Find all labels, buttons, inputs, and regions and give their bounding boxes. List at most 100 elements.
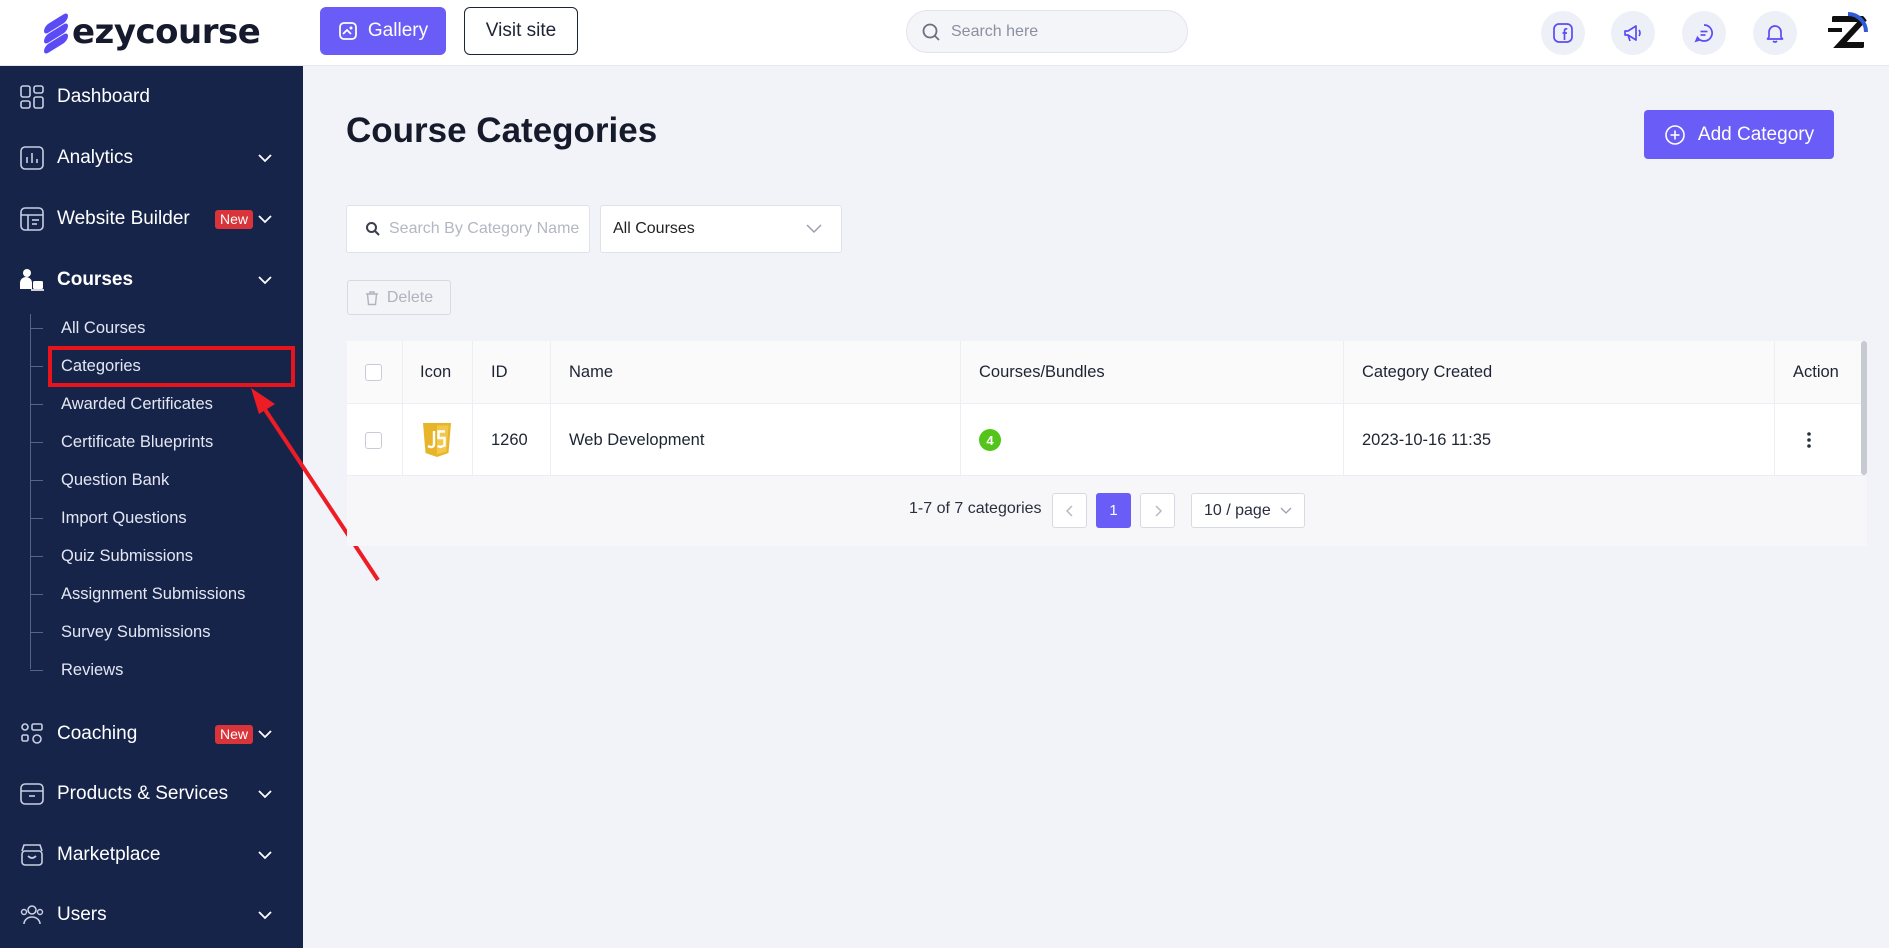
tree-tick bbox=[30, 365, 43, 367]
sub-item-question-bank[interactable]: Question Bank bbox=[30, 465, 169, 495]
column-divider bbox=[550, 341, 551, 476]
prev-page-button[interactable] bbox=[1052, 493, 1087, 528]
sub-item-label: Import Questions bbox=[61, 508, 187, 527]
facebook-button[interactable] bbox=[1541, 11, 1585, 55]
column-divider bbox=[960, 341, 961, 476]
layout-icon bbox=[19, 206, 45, 232]
category-search-input[interactable] bbox=[389, 220, 589, 238]
gallery-icon bbox=[339, 22, 357, 40]
new-badge: New bbox=[215, 724, 254, 744]
sub-item-reviews[interactable]: Reviews bbox=[30, 655, 123, 685]
announcement-button[interactable] bbox=[1611, 11, 1655, 55]
page-size-value: 10 / page bbox=[1204, 501, 1271, 519]
sidebar-item-label: Coaching bbox=[57, 723, 138, 744]
visit-site-button[interactable]: Visit site bbox=[464, 7, 578, 55]
pagination-summary: 1-7 of 7 categories bbox=[909, 500, 1042, 517]
sidebar-item-products-services[interactable]: Products & Services bbox=[0, 772, 303, 816]
category-id: 1260 bbox=[491, 430, 528, 449]
sidebar-item-website-builder[interactable]: Website Builder New bbox=[0, 197, 303, 241]
store-icon bbox=[19, 842, 45, 868]
sidebar-item-label: Marketplace bbox=[57, 844, 161, 865]
tree-tick bbox=[30, 631, 43, 633]
sub-item-label: Question Bank bbox=[61, 470, 170, 489]
column-header-name: Name bbox=[569, 363, 614, 381]
sub-item-import-questions[interactable]: Import Questions bbox=[30, 503, 187, 533]
coaching-icon bbox=[19, 721, 45, 747]
search-icon bbox=[922, 23, 940, 41]
chevron-down-icon bbox=[258, 730, 272, 739]
add-category-button[interactable]: Add Category bbox=[1644, 110, 1834, 159]
sidebar-item-marketplace[interactable]: Marketplace bbox=[0, 833, 303, 877]
avatar[interactable] bbox=[1826, 10, 1870, 54]
column-divider bbox=[1774, 341, 1775, 476]
chevron-down-icon bbox=[258, 851, 272, 860]
trash-icon bbox=[365, 290, 378, 305]
tree-tick bbox=[30, 517, 43, 519]
table-scrollbar[interactable] bbox=[1861, 341, 1867, 475]
chevron-right-icon bbox=[1154, 504, 1162, 517]
sub-item-label: Awarded Certificates bbox=[61, 394, 213, 413]
page-button[interactable]: 1 bbox=[1096, 493, 1131, 528]
row-action-menu[interactable] bbox=[1806, 404, 1812, 476]
tree-tick bbox=[30, 669, 43, 671]
highlight-box bbox=[48, 346, 295, 387]
checkbox bbox=[365, 364, 382, 381]
tree-tick bbox=[30, 327, 43, 329]
delete-button[interactable]: Delete bbox=[347, 280, 451, 315]
box-icon bbox=[19, 781, 45, 807]
tree-tick bbox=[30, 403, 43, 405]
sub-item-survey-submissions[interactable]: Survey Submissions bbox=[30, 617, 210, 647]
sub-item-all-courses[interactable]: All Courses bbox=[30, 313, 145, 343]
sub-item-assignment-submissions[interactable]: Assignment Submissions bbox=[30, 579, 245, 609]
tree-tick bbox=[30, 479, 43, 481]
plus-circle-icon bbox=[1665, 124, 1685, 145]
chat-icon bbox=[1694, 24, 1713, 43]
category-search bbox=[346, 205, 590, 253]
courses-count-badge: 4 bbox=[979, 429, 1001, 451]
sidebar-item-users[interactable]: Users bbox=[0, 893, 303, 937]
sub-item-quiz-submissions[interactable]: Quiz Submissions bbox=[30, 541, 193, 571]
gallery-button[interactable]: Gallery bbox=[320, 7, 446, 55]
sidebar-item-label: Website Builder bbox=[57, 208, 190, 229]
select-all-checkbox[interactable] bbox=[365, 341, 382, 404]
sub-item-label: Assignment Submissions bbox=[61, 584, 246, 603]
column-divider bbox=[1343, 341, 1344, 476]
bell-icon bbox=[1766, 25, 1784, 43]
visit-site-label: Visit site bbox=[485, 20, 557, 41]
sidebar-item-coaching[interactable]: Coaching New bbox=[0, 712, 303, 756]
sidebar-item-label: Dashboard bbox=[57, 86, 150, 107]
sidebar-item-courses[interactable]: Courses bbox=[0, 258, 303, 302]
row-checkbox[interactable] bbox=[365, 404, 382, 476]
chevron-down-icon bbox=[806, 224, 822, 234]
delete-label: Delete bbox=[386, 288, 434, 306]
sub-item-certificate-blueprints[interactable]: Certificate Blueprints bbox=[30, 427, 213, 457]
avatar-logo-icon bbox=[1827, 11, 1870, 53]
category-name: Web Development bbox=[569, 430, 705, 449]
chevron-down-icon bbox=[258, 911, 272, 920]
megaphone-icon bbox=[1624, 25, 1641, 42]
table-row[interactable]: 1260 Web Development 4 2023-10-16 11:35 bbox=[347, 404, 1867, 476]
table-header: Icon ID Name Courses/Bundles Category Cr… bbox=[347, 341, 1867, 404]
sub-item-awarded-certificates[interactable]: Awarded Certificates bbox=[30, 389, 213, 419]
sidebar-item-dashboard[interactable]: Dashboard bbox=[0, 75, 303, 119]
sub-item-label: All Courses bbox=[61, 318, 146, 337]
column-header-icon: Icon bbox=[420, 363, 452, 381]
tree-tick bbox=[30, 593, 43, 595]
pagination: 1-7 of 7 categories 1 10 / page bbox=[347, 476, 1867, 546]
notifications-button[interactable] bbox=[1753, 11, 1797, 55]
chevron-down-icon bbox=[258, 790, 272, 799]
top-search bbox=[906, 10, 1188, 53]
messages-button[interactable] bbox=[1682, 11, 1726, 55]
grid-icon bbox=[19, 84, 45, 110]
logo[interactable]: ezycourse bbox=[44, 11, 261, 56]
chevron-down-icon bbox=[258, 276, 272, 285]
sidebar-item-analytics[interactable]: Analytics bbox=[0, 136, 303, 180]
chevron-left-icon bbox=[1065, 504, 1073, 517]
top-search-input[interactable] bbox=[951, 22, 1171, 41]
sidebar-item-label: Analytics bbox=[57, 147, 134, 168]
page-size-select[interactable]: 10 / page bbox=[1191, 493, 1305, 528]
sub-item-label: Reviews bbox=[61, 660, 124, 679]
course-filter-select[interactable]: All Courses bbox=[600, 205, 842, 253]
next-page-button[interactable] bbox=[1140, 493, 1175, 528]
sub-item-categories[interactable]: Categories bbox=[30, 351, 141, 381]
